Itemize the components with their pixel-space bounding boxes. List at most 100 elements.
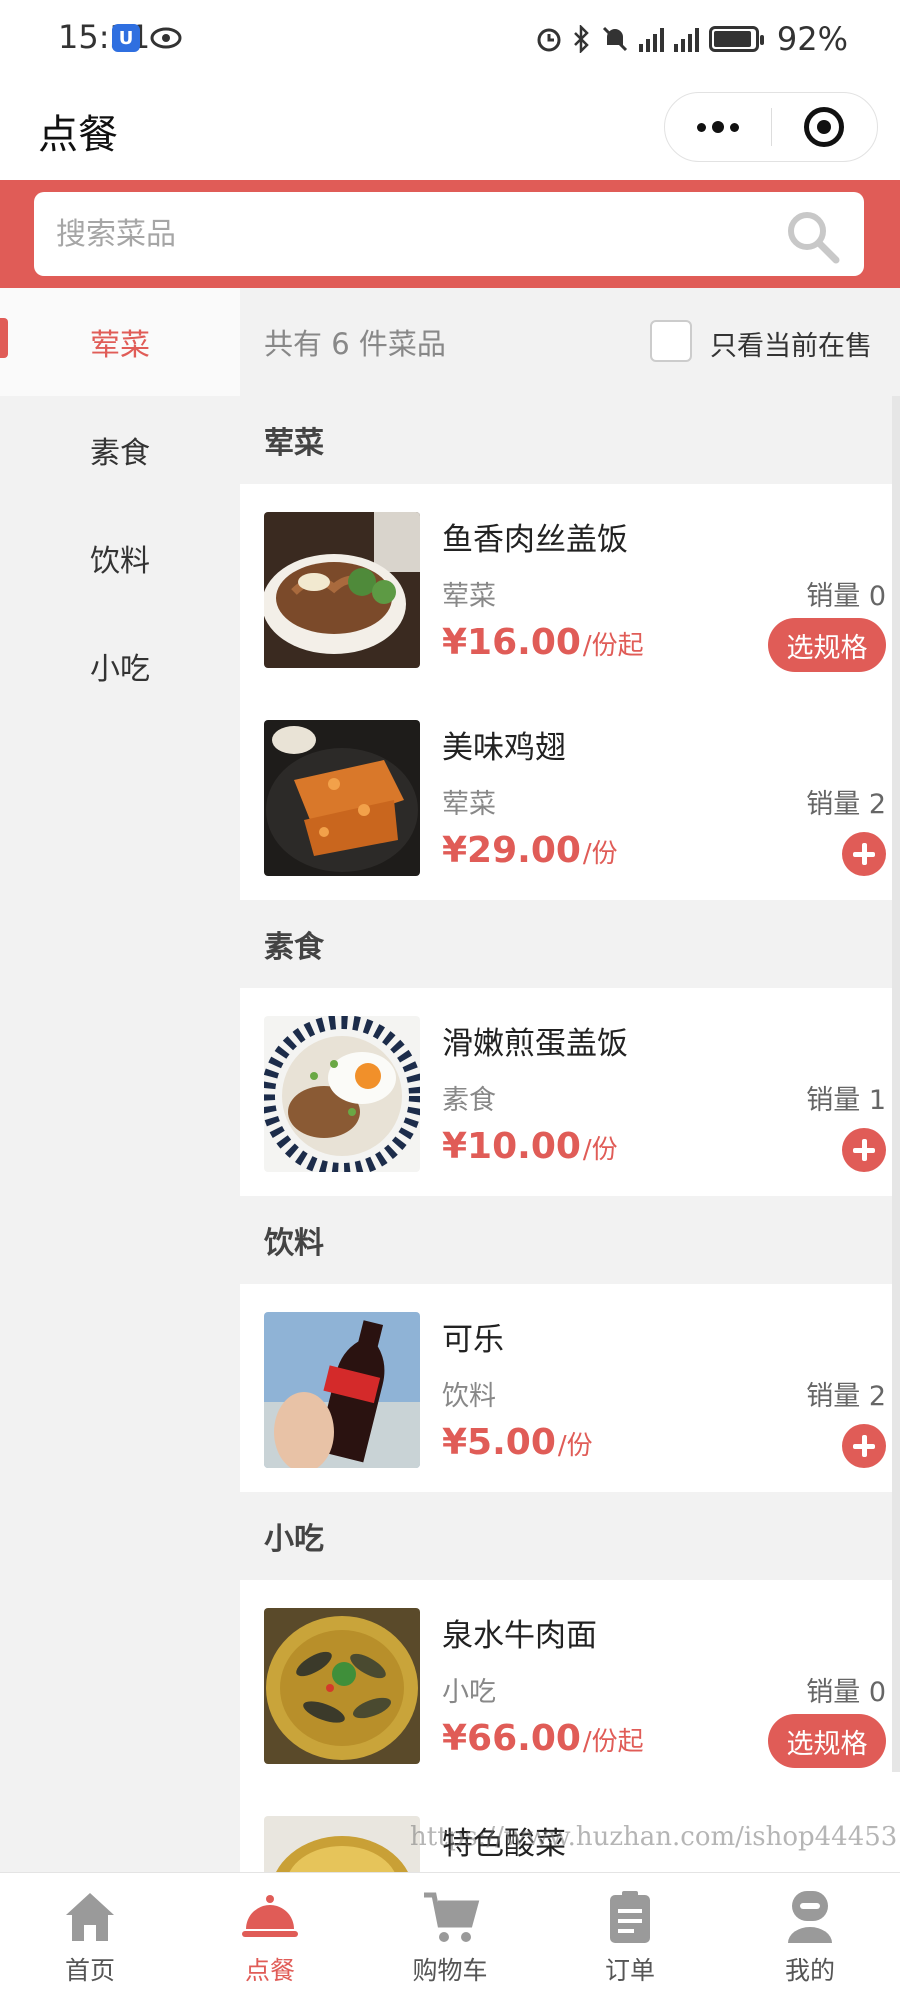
- tab-label: 我的: [784, 1956, 835, 1985]
- dish-name: 鱼香肉丝盖饭: [442, 522, 628, 558]
- summary-bar: 共有 6 件菜品 只看当前在售: [240, 288, 900, 396]
- battery-icon: [708, 26, 764, 52]
- add-to-cart-button[interactable]: [842, 1128, 886, 1172]
- bluetooth-icon: [573, 25, 589, 53]
- price-value: ¥29.00: [442, 830, 581, 871]
- battery-percent: 92%: [776, 20, 848, 58]
- dish-row[interactable]: 可乐 饮料 销量 2 ¥5.00/份: [240, 1284, 900, 1492]
- dish-price: ¥66.00/份起: [442, 1718, 644, 1759]
- eye-icon: [150, 27, 182, 49]
- search-icon[interactable]: [782, 206, 842, 266]
- more-button[interactable]: [665, 92, 771, 162]
- dish-category: 素食: [442, 1085, 496, 1116]
- cart-icon: [424, 1892, 480, 1942]
- user-icon: [788, 1891, 832, 1943]
- section-header: 素食: [240, 900, 900, 988]
- dish-row[interactable]: 滑嫩煎蛋盖饭 素食 销量 1 ¥10.00/份: [240, 988, 900, 1196]
- price-value: ¥5.00: [442, 1422, 556, 1463]
- search-input[interactable]: [56, 216, 776, 252]
- tab-label: 购物车: [412, 1956, 488, 1985]
- select-spec-button[interactable]: 选规格: [768, 1714, 886, 1768]
- select-spec-button[interactable]: 选规格: [768, 618, 886, 672]
- onsale-label[interactable]: 只看当前在售: [710, 324, 872, 363]
- price-value: ¥10.00: [442, 1126, 581, 1167]
- dish-image[interactable]: [264, 1816, 420, 1872]
- add-to-cart-button[interactable]: [842, 1424, 886, 1468]
- dish-image[interactable]: [264, 1312, 420, 1468]
- dish-name: 美味鸡翅: [442, 730, 566, 766]
- signal-2-icon: [673, 26, 699, 52]
- category-item-drinks[interactable]: 饮料: [0, 504, 240, 612]
- price-unit: /份起: [582, 631, 644, 661]
- dish-name: 滑嫩煎蛋盖饭: [442, 1026, 628, 1062]
- dish-category: 饮料: [442, 1381, 496, 1412]
- price-unit: /份: [582, 1135, 618, 1165]
- dish-category: 荤菜: [442, 789, 496, 820]
- price-value: ¥66.00: [442, 1718, 581, 1759]
- alarm-icon: [537, 28, 561, 52]
- home-icon: [66, 1893, 114, 1941]
- clipboard-icon: [610, 1891, 650, 1943]
- tab-label: 订单: [604, 1956, 655, 1985]
- dish-price: ¥5.00/份: [442, 1422, 593, 1463]
- category-item-vegetarian[interactable]: 素食: [0, 396, 240, 504]
- dish-name: 可乐: [442, 1322, 504, 1358]
- category-item-snacks[interactable]: 小吃: [0, 612, 240, 720]
- cloche-icon: [242, 1895, 298, 1937]
- section-header: 饮料: [240, 1196, 900, 1284]
- dish-row[interactable]: 美味鸡翅 荤菜 销量 2 ¥29.00/份: [240, 692, 900, 900]
- dish-sales: 销量 2: [806, 789, 886, 820]
- dish-sales: 销量 2: [806, 1381, 886, 1412]
- dish-row[interactable]: 鱼香肉丝盖饭 荤菜 销量 0 ¥16.00/份起 选规格: [240, 484, 900, 692]
- dish-image[interactable]: [264, 720, 420, 876]
- watermark-text: https://www.huzhan.com/ishop44453: [410, 1822, 898, 1852]
- dish-row[interactable]: 泉水牛肉面 小吃 销量 0 ¥66.00/份起 选规格: [240, 1580, 900, 1788]
- dish-list: 共有 6 件菜品 只看当前在售 荤菜 鱼香肉丝盖饭 荤菜 销量 0 ¥16.00…: [240, 288, 900, 1872]
- tab-home[interactable]: 首页: [0, 1873, 180, 2000]
- price-value: ¥16.00: [442, 622, 581, 663]
- close-mini-program-button[interactable]: [772, 92, 878, 162]
- dish-sales: 销量 0: [806, 581, 886, 612]
- category-label: 素食: [90, 436, 150, 471]
- section-header: 荤菜: [240, 396, 900, 484]
- category-label: 小吃: [90, 652, 150, 687]
- signal-icon: [638, 26, 664, 52]
- category-label: 饮料: [90, 544, 150, 579]
- mute-icon: [602, 26, 627, 52]
- page-title: 点餐: [38, 112, 118, 158]
- dish-image[interactable]: [264, 1016, 420, 1172]
- app-notification-icon: U: [112, 24, 140, 52]
- category-sidebar: 荤菜 素食 饮料 小吃: [0, 288, 240, 1872]
- search-band: [0, 180, 900, 288]
- onsale-checkbox[interactable]: [650, 320, 692, 362]
- section-header: 小吃: [240, 1492, 900, 1580]
- dish-sales: 销量 0: [806, 1677, 886, 1708]
- dish-category: 小吃: [442, 1677, 496, 1708]
- tab-orders[interactable]: 订单: [540, 1873, 720, 2000]
- tab-order-food[interactable]: 点餐: [180, 1873, 360, 2000]
- tab-cart[interactable]: 购物车: [360, 1873, 540, 2000]
- dish-price: ¥29.00/份: [442, 830, 618, 871]
- target-icon: [804, 107, 845, 147]
- tab-mine[interactable]: 我的: [720, 1873, 900, 2000]
- dish-price: ¥10.00/份: [442, 1126, 618, 1167]
- dish-image[interactable]: [264, 512, 420, 668]
- tab-label: 点餐: [244, 1956, 295, 1985]
- status-bar: 15:31 U 92%: [0, 0, 900, 80]
- category-item-meat[interactable]: 荤菜: [0, 288, 240, 396]
- dish-image[interactable]: [264, 1608, 420, 1764]
- dish-category: 荤菜: [442, 581, 496, 612]
- price-unit: /份: [582, 839, 618, 869]
- scrollbar[interactable]: [892, 396, 900, 1772]
- dish-sales: 销量 1: [806, 1085, 886, 1116]
- tab-label: 首页: [64, 1956, 115, 1985]
- category-label: 荤菜: [90, 328, 150, 363]
- mini-program-capsule: [664, 92, 878, 162]
- add-to-cart-button[interactable]: [842, 832, 886, 876]
- dish-price: ¥16.00/份起: [442, 622, 644, 663]
- dish-name: 泉水牛肉面: [442, 1618, 597, 1654]
- price-unit: /份起: [582, 1727, 644, 1757]
- price-unit: /份: [557, 1431, 593, 1461]
- search-box[interactable]: [34, 192, 864, 276]
- tab-bar: 首页 点餐 购物车 订单 我的: [0, 1872, 900, 2000]
